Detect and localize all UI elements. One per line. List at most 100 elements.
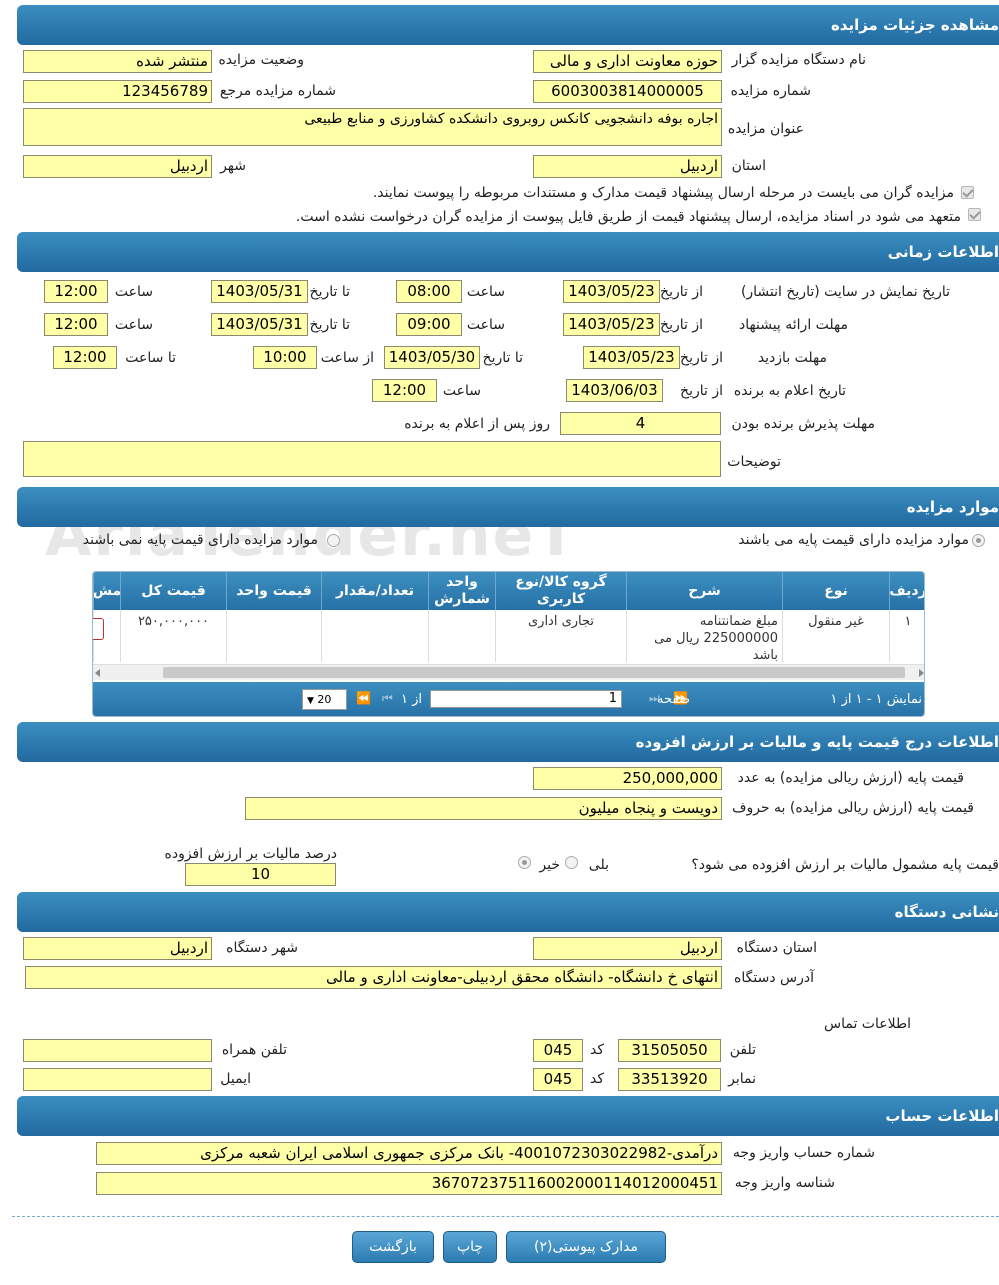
display-date-label: تاریخ نمایش در سایت (تاریخ انتشار) bbox=[740, 284, 950, 300]
vat-percent-label: درصد مالیات بر ارزش افزوده bbox=[164, 846, 338, 862]
fax-field[interactable]: 33513920 bbox=[618, 1068, 721, 1091]
display-from-time-field[interactable]: 08:00 bbox=[396, 280, 462, 303]
page-number-input[interactable]: 1 bbox=[430, 690, 622, 708]
org-address-field[interactable]: انتهای خ دانشگاه- دانشگاه محقق اردبیلی-م… bbox=[25, 966, 722, 989]
number-label: شماره مزایده bbox=[730, 83, 811, 99]
scroll-thumb[interactable] bbox=[163, 667, 905, 678]
offer-to-time-field[interactable]: 12:00 bbox=[44, 313, 108, 336]
col-unit[interactable]: واحد شمارش bbox=[428, 572, 495, 610]
notes-field[interactable] bbox=[23, 441, 721, 477]
attachments-button[interactable]: مدارک پیوستی(۲) bbox=[506, 1231, 666, 1263]
org-city-field[interactable]: اردبیل bbox=[23, 937, 212, 960]
account-number-label: شماره حساب واریز وجه bbox=[732, 1145, 875, 1161]
announce-time-field[interactable]: 12:00 bbox=[372, 379, 437, 402]
next-page-icon[interactable]: ⏪ bbox=[356, 691, 371, 705]
org-city-label: شهر دستگاه bbox=[226, 940, 298, 956]
email-field[interactable] bbox=[23, 1068, 212, 1091]
vat-yes-radio[interactable] bbox=[565, 856, 578, 869]
phone-code-label: کد bbox=[589, 1042, 604, 1058]
print-button[interactable]: چاپ bbox=[443, 1231, 497, 1263]
vat-no-radio[interactable] bbox=[518, 856, 531, 869]
org-province-field[interactable]: اردبیل bbox=[533, 937, 722, 960]
section-header-timing: اطلاعات زمانی bbox=[17, 232, 999, 272]
fax-label: نمابر bbox=[728, 1071, 756, 1087]
cell-unit-price bbox=[226, 610, 321, 662]
attach-docs-checkbox[interactable] bbox=[961, 186, 974, 199]
account-number-field[interactable]: درآمدی-4001072303022982- بانک مرکزی جمهو… bbox=[96, 1142, 722, 1165]
grid-scrollbar[interactable] bbox=[93, 664, 924, 680]
offer-to-date-field[interactable]: 1403/05/31 bbox=[211, 313, 308, 336]
fax-code-field[interactable]: 045 bbox=[533, 1068, 583, 1091]
contact-info-label: اطلاعات تماس bbox=[824, 1016, 911, 1032]
vat-percent-field[interactable]: 10 bbox=[185, 863, 336, 886]
accept-days-field[interactable]: 4 bbox=[560, 412, 721, 435]
offer-to-time-label: ساعت bbox=[114, 317, 153, 333]
days-after-label: روز پس از اعلام به برنده bbox=[404, 416, 550, 432]
title-field[interactable]: اجاره بوفه دانشجویی کانکس روبروی دانشکده… bbox=[23, 108, 722, 146]
visit-to-time-label: تا ساعت bbox=[125, 350, 176, 366]
cell-row: ۱ bbox=[889, 610, 924, 662]
org-field[interactable]: حوزه معاونت اداری و مالی bbox=[533, 50, 722, 73]
back-button[interactable]: بازگشت bbox=[352, 1231, 434, 1263]
display-to-date-field[interactable]: 1403/05/31 bbox=[211, 280, 308, 303]
section-header-price: اطلاعات درج قیمت پایه و مالیات بر ارزش ا… bbox=[17, 722, 999, 762]
visit-from-date-label: از تاریخ bbox=[680, 350, 723, 366]
pager-of: از ۱ bbox=[400, 692, 422, 707]
display-from-date-label: از تاریخ bbox=[660, 284, 703, 300]
base-price-number-field[interactable]: 250,000,000 bbox=[533, 767, 722, 790]
last-page-icon[interactable]: ⏮ bbox=[382, 691, 393, 706]
province-label: استان bbox=[731, 158, 766, 174]
no-file-offer-checkbox[interactable] bbox=[968, 208, 981, 221]
payment-id-field[interactable]: 367072375116002000114012000451 bbox=[96, 1172, 722, 1195]
cell-total: ۲۵۰,۰۰۰,۰۰۰ bbox=[120, 610, 226, 662]
org-province-label: استان دستگاه bbox=[736, 940, 817, 956]
with-base-price-radio[interactable] bbox=[972, 534, 985, 547]
city-field[interactable]: اردبیل bbox=[23, 155, 212, 178]
number-field[interactable]: 6003003814000005 bbox=[533, 80, 722, 103]
email-label: ایمیل bbox=[220, 1071, 251, 1087]
visit-deadline-label: مهلت بازدید bbox=[757, 350, 827, 366]
attach-docs-text: مزایده گران می بایست در مرحله ارسال پیشن… bbox=[372, 185, 954, 201]
phone-code-field[interactable]: 045 bbox=[533, 1039, 583, 1062]
col-type[interactable]: نوع bbox=[782, 572, 889, 610]
display-from-date-field[interactable]: 1403/05/23 bbox=[563, 280, 660, 303]
row-action-button[interactable] bbox=[93, 618, 104, 640]
announce-from-date-field[interactable]: 1403/06/03 bbox=[566, 379, 663, 402]
scroll-left-icon[interactable] bbox=[95, 669, 100, 677]
offer-from-time-field[interactable]: 09:00 bbox=[396, 313, 462, 336]
col-desc[interactable]: شرح bbox=[626, 572, 782, 610]
ref-number-label: شماره مزایده مرجع bbox=[219, 83, 336, 99]
province-field[interactable]: اردبیل bbox=[533, 155, 722, 178]
phone-field[interactable]: 31505050 bbox=[618, 1039, 721, 1062]
visit-from-time-field[interactable]: 10:00 bbox=[253, 346, 317, 369]
city-label: شهر bbox=[220, 158, 246, 174]
display-to-time-field[interactable]: 12:00 bbox=[44, 280, 108, 303]
status-field[interactable]: منتشر شده bbox=[23, 50, 212, 73]
col-unit-price[interactable]: قیمت واحد bbox=[226, 572, 321, 610]
cell-group: تجاری اداری bbox=[495, 610, 626, 662]
visit-from-time-label: از ساعت bbox=[320, 350, 374, 366]
org-label: نام دستگاه مزایده گزار bbox=[731, 52, 866, 68]
offer-from-date-label: از تاریخ bbox=[660, 317, 703, 333]
visit-to-time-field[interactable]: 12:00 bbox=[53, 346, 117, 369]
base-price-text-field[interactable]: دویست و پنجاه میلیون bbox=[245, 797, 722, 820]
cell-more bbox=[93, 610, 120, 662]
mobile-field[interactable] bbox=[23, 1039, 212, 1062]
section-header-address: نشانی دستگاه bbox=[17, 892, 999, 932]
col-row[interactable]: ردیف bbox=[889, 572, 924, 610]
scroll-right-icon[interactable] bbox=[919, 669, 924, 677]
col-more[interactable]: مش bbox=[93, 572, 120, 610]
no-file-offer-text: متعهد می شود در اسناد مزایده، ارسال پیشن… bbox=[295, 209, 961, 225]
without-base-price-radio[interactable] bbox=[327, 534, 340, 547]
items-grid: ردیف نوع شرح گروه کالا/نوع کاربری واحد ش… bbox=[92, 571, 925, 717]
section-header-items: موارد مزایده bbox=[17, 487, 999, 527]
visit-to-date-field[interactable]: 1403/05/30 bbox=[384, 346, 480, 369]
visit-from-date-field[interactable]: 1403/05/23 bbox=[583, 346, 680, 369]
col-total[interactable]: قیمت کل bbox=[120, 572, 226, 610]
col-qty[interactable]: تعداد/مقدار bbox=[321, 572, 428, 610]
page-size-select[interactable]: ▼ 20 bbox=[302, 689, 347, 710]
offer-from-date-field[interactable]: 1403/05/23 bbox=[563, 313, 660, 336]
ref-number-field[interactable]: 123456789 bbox=[23, 80, 212, 103]
col-group[interactable]: گروه کالا/نوع کاربری bbox=[495, 572, 626, 610]
fax-code-label: کد bbox=[589, 1071, 604, 1087]
